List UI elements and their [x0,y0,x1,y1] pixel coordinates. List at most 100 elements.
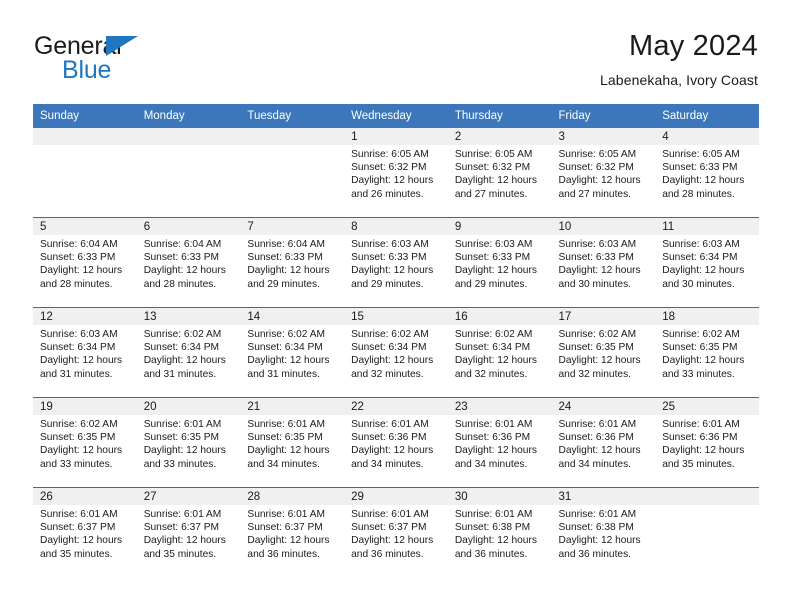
day-info: Sunrise: 6:01 AM Sunset: 6:37 PM Dayligh… [240,505,344,561]
day-cell[interactable]: 22 Sunrise: 6:01 AM Sunset: 6:36 PM Dayl… [344,398,448,487]
calendar-cell[interactable]: 13 Sunrise: 6:02 AM Sunset: 6:34 PM Dayl… [136,307,241,398]
calendar-body: 1 Sunrise: 6:05 AM Sunset: 6:32 PM Dayli… [33,128,759,577]
daylight-text-line1: Daylight: 12 hours [40,265,123,277]
calendar-cell[interactable]: 10 Sunrise: 6:03 AM Sunset: 6:33 PM Dayl… [551,217,656,308]
day-info: Sunrise: 6:03 AM Sunset: 6:34 PM Dayligh… [655,235,759,291]
sunset-text: Sunset: 6:32 PM [454,162,531,174]
calendar-cell[interactable] [33,128,137,218]
daylight-text-line2: and 33 minutes. [40,458,113,470]
calendar-cell[interactable]: 16 Sunrise: 6:02 AM Sunset: 6:34 PM Dayl… [447,307,552,398]
calendar-cell[interactable]: 26 Sunrise: 6:01 AM Sunset: 6:37 PM Dayl… [33,487,137,577]
sunset-text: Sunset: 6:33 PM [143,252,220,264]
brand-logo[interactable]: General Blue [34,34,234,90]
calendar-cell[interactable]: 23 Sunrise: 6:01 AM Sunset: 6:36 PM Dayl… [447,397,552,488]
daylight-text-line2: and 34 minutes. [351,458,424,470]
day-cell[interactable] [655,488,759,577]
day-cell[interactable]: 5 Sunrise: 6:04 AM Sunset: 6:33 PM Dayli… [33,218,137,307]
sunset-text: Sunset: 6:32 PM [351,162,427,174]
day-cell[interactable]: 16 Sunrise: 6:02 AM Sunset: 6:34 PM Dayl… [447,308,552,397]
day-cell[interactable]: 28 Sunrise: 6:01 AM Sunset: 6:37 PM Dayl… [240,488,345,577]
calendar-cell[interactable]: 24 Sunrise: 6:01 AM Sunset: 6:36 PM Dayl… [551,397,656,488]
sunrise-text: Sunrise: 6:02 AM [143,329,222,340]
calendar-cell[interactable]: 25 Sunrise: 6:01 AM Sunset: 6:36 PM Dayl… [655,397,759,488]
day-cell[interactable]: 13 Sunrise: 6:02 AM Sunset: 6:34 PM Dayl… [136,308,241,397]
day-cell[interactable]: 6 Sunrise: 6:04 AM Sunset: 6:33 PM Dayli… [136,218,241,307]
daylight-text-line1: Daylight: 12 hours [143,265,226,277]
calendar-cell[interactable]: 8 Sunrise: 6:03 AM Sunset: 6:33 PM Dayli… [344,217,448,308]
day-cell[interactable]: 10 Sunrise: 6:03 AM Sunset: 6:33 PM Dayl… [551,218,656,307]
calendar-cell[interactable] [240,128,345,218]
calendar-cell[interactable]: 21 Sunrise: 6:01 AM Sunset: 6:35 PM Dayl… [240,397,345,488]
calendar-cell[interactable]: 29 Sunrise: 6:01 AM Sunset: 6:37 PM Dayl… [344,487,448,577]
day-cell[interactable]: 29 Sunrise: 6:01 AM Sunset: 6:37 PM Dayl… [344,488,448,577]
day-cell[interactable]: 8 Sunrise: 6:03 AM Sunset: 6:33 PM Dayli… [344,218,448,307]
calendar-cell[interactable] [136,128,241,218]
day-number: 31 [551,488,656,505]
daylight-text-line2: and 27 minutes. [558,188,632,200]
day-info: Sunrise: 6:02 AM Sunset: 6:34 PM Dayligh… [448,325,552,381]
day-cell[interactable]: 14 Sunrise: 6:02 AM Sunset: 6:34 PM Dayl… [240,308,345,397]
calendar-cell[interactable] [655,487,759,577]
calendar-cell[interactable]: 3 Sunrise: 6:05 AM Sunset: 6:32 PM Dayli… [551,128,656,218]
calendar-cell[interactable]: 14 Sunrise: 6:02 AM Sunset: 6:34 PM Dayl… [240,307,345,398]
daylight-text-line2: and 34 minutes. [454,458,528,470]
day-cell[interactable] [136,128,241,217]
calendar-cell[interactable]: 12 Sunrise: 6:03 AM Sunset: 6:34 PM Dayl… [33,307,137,398]
day-cell[interactable]: 11 Sunrise: 6:03 AM Sunset: 6:34 PM Dayl… [655,218,759,307]
day-cell[interactable]: 2 Sunrise: 6:05 AM Sunset: 6:32 PM Dayli… [447,128,552,217]
day-cell[interactable]: 3 Sunrise: 6:05 AM Sunset: 6:32 PM Dayli… [551,128,656,217]
calendar-week-row: 1 Sunrise: 6:05 AM Sunset: 6:32 PM Dayli… [33,128,759,218]
day-cell[interactable] [240,128,345,217]
day-cell[interactable]: 27 Sunrise: 6:01 AM Sunset: 6:37 PM Dayl… [136,488,241,577]
calendar-cell[interactable]: 20 Sunrise: 6:01 AM Sunset: 6:35 PM Dayl… [136,397,241,488]
day-cell[interactable]: 25 Sunrise: 6:01 AM Sunset: 6:36 PM Dayl… [655,398,759,487]
calendar-cell[interactable]: 7 Sunrise: 6:04 AM Sunset: 6:33 PM Dayli… [240,217,345,308]
calendar-cell[interactable]: 9 Sunrise: 6:03 AM Sunset: 6:33 PM Dayli… [447,217,552,308]
day-number: 7 [240,218,345,235]
day-cell[interactable]: 4 Sunrise: 6:05 AM Sunset: 6:33 PM Dayli… [655,128,759,217]
day-cell[interactable]: 24 Sunrise: 6:01 AM Sunset: 6:36 PM Dayl… [551,398,656,487]
day-cell[interactable]: 31 Sunrise: 6:01 AM Sunset: 6:38 PM Dayl… [551,488,656,577]
calendar-cell[interactable]: 4 Sunrise: 6:05 AM Sunset: 6:33 PM Dayli… [655,128,759,218]
calendar-cell[interactable]: 1 Sunrise: 6:05 AM Sunset: 6:32 PM Dayli… [344,128,448,218]
page-header: General Blue May 2024 Labenekaha, Ivory … [34,28,758,94]
daylight-text-line1: Daylight: 12 hours [454,175,537,187]
day-number: 3 [551,128,656,145]
calendar-cell[interactable]: 11 Sunrise: 6:03 AM Sunset: 6:34 PM Dayl… [655,217,759,308]
calendar-cell[interactable]: 15 Sunrise: 6:02 AM Sunset: 6:34 PM Dayl… [344,307,448,398]
daylight-text-line2: and 30 minutes. [662,278,735,290]
calendar-cell[interactable]: 5 Sunrise: 6:04 AM Sunset: 6:33 PM Dayli… [33,217,137,308]
day-cell[interactable]: 9 Sunrise: 6:03 AM Sunset: 6:33 PM Dayli… [447,218,552,307]
calendar-cell[interactable]: 6 Sunrise: 6:04 AM Sunset: 6:33 PM Dayli… [136,217,241,308]
day-cell[interactable]: 12 Sunrise: 6:03 AM Sunset: 6:34 PM Dayl… [33,308,137,397]
calendar-cell[interactable]: 2 Sunrise: 6:05 AM Sunset: 6:32 PM Dayli… [447,128,552,218]
day-cell[interactable]: 7 Sunrise: 6:04 AM Sunset: 6:33 PM Dayli… [240,218,345,307]
day-info: Sunrise: 6:01 AM Sunset: 6:37 PM Dayligh… [33,505,137,561]
day-number: 13 [136,308,241,325]
day-number: 4 [655,128,759,145]
day-cell[interactable]: 18 Sunrise: 6:02 AM Sunset: 6:35 PM Dayl… [655,308,759,397]
calendar-cell[interactable]: 17 Sunrise: 6:02 AM Sunset: 6:35 PM Dayl… [551,307,656,398]
day-cell[interactable]: 21 Sunrise: 6:01 AM Sunset: 6:35 PM Dayl… [240,398,345,487]
calendar-cell[interactable]: 22 Sunrise: 6:01 AM Sunset: 6:36 PM Dayl… [344,397,448,488]
day-cell[interactable]: 26 Sunrise: 6:01 AM Sunset: 6:37 PM Dayl… [33,488,137,577]
day-number: 15 [344,308,448,325]
calendar-cell[interactable]: 27 Sunrise: 6:01 AM Sunset: 6:37 PM Dayl… [136,487,241,577]
day-cell[interactable]: 20 Sunrise: 6:01 AM Sunset: 6:35 PM Dayl… [136,398,241,487]
page-subtitle: Labenekaha, Ivory Coast [600,72,758,88]
day-cell[interactable]: 30 Sunrise: 6:01 AM Sunset: 6:38 PM Dayl… [447,488,552,577]
day-cell[interactable]: 17 Sunrise: 6:02 AM Sunset: 6:35 PM Dayl… [551,308,656,397]
day-cell[interactable]: 15 Sunrise: 6:02 AM Sunset: 6:34 PM Dayl… [344,308,448,397]
sunset-text: Sunset: 6:34 PM [40,342,116,354]
calendar-cell[interactable]: 28 Sunrise: 6:01 AM Sunset: 6:37 PM Dayl… [240,487,345,577]
day-cell[interactable]: 19 Sunrise: 6:02 AM Sunset: 6:35 PM Dayl… [33,398,137,487]
calendar-cell[interactable]: 18 Sunrise: 6:02 AM Sunset: 6:35 PM Dayl… [655,307,759,398]
sunset-text: Sunset: 6:36 PM [662,432,738,444]
calendar-cell[interactable]: 30 Sunrise: 6:01 AM Sunset: 6:38 PM Dayl… [447,487,552,577]
day-cell[interactable]: 23 Sunrise: 6:01 AM Sunset: 6:36 PM Dayl… [447,398,552,487]
day-info: Sunrise: 6:02 AM Sunset: 6:34 PM Dayligh… [137,325,241,381]
calendar-cell[interactable]: 19 Sunrise: 6:02 AM Sunset: 6:35 PM Dayl… [33,397,137,488]
day-cell[interactable]: 1 Sunrise: 6:05 AM Sunset: 6:32 PM Dayli… [344,128,448,217]
day-cell[interactable] [33,128,137,217]
calendar-cell[interactable]: 31 Sunrise: 6:01 AM Sunset: 6:38 PM Dayl… [551,487,656,577]
